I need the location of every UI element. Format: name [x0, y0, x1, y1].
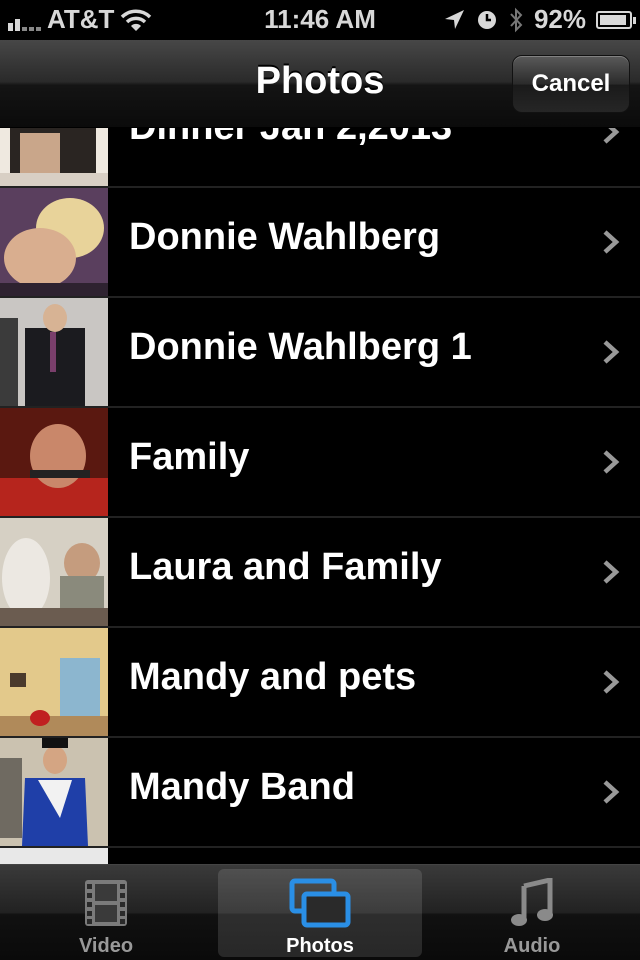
- album-thumbnail: [0, 628, 108, 736]
- album-row[interactable]: [0, 848, 640, 864]
- cancel-button[interactable]: Cancel: [512, 55, 630, 113]
- photos-icon: [289, 878, 351, 928]
- album-title: Laura and Family: [129, 546, 442, 588]
- status-right: 92%: [442, 4, 636, 35]
- album-row[interactable]: Donnie Wahlberg: [0, 188, 640, 298]
- tab-bar: Video Photos Audio: [0, 864, 640, 960]
- album-thumbnail: [0, 128, 108, 186]
- tab-label: Audio: [503, 935, 561, 957]
- album-row[interactable]: Family: [0, 408, 640, 518]
- tab-audio[interactable]: Audio: [432, 869, 632, 957]
- status-bar: AT&T 11:46 AM 92%: [0, 0, 640, 40]
- chevron-right-icon: [603, 230, 620, 254]
- album-title: Dinner Jan 2,2013: [129, 128, 452, 149]
- album-thumbnail: [0, 298, 108, 406]
- film-icon: [85, 880, 127, 926]
- album-row[interactable]: Laura and Family: [0, 518, 640, 628]
- battery-level: [600, 14, 626, 25]
- album-row[interactable]: Mandy Band: [0, 738, 640, 848]
- tab-label: Photos: [286, 935, 354, 957]
- tab-label: Video: [78, 935, 134, 957]
- tab-video[interactable]: Video: [6, 869, 206, 957]
- album-title: Mandy and pets: [129, 656, 417, 698]
- bluetooth-icon: [510, 7, 523, 32]
- album-thumbnail: [0, 408, 108, 516]
- album-thumbnail: [0, 518, 108, 626]
- music-note-icon: [511, 878, 553, 926]
- chevron-right-icon: [603, 780, 620, 804]
- battery-icon: [596, 10, 636, 29]
- chevron-right-icon: [603, 450, 620, 474]
- album-title: Mandy Band: [129, 766, 355, 808]
- album-thumbnail: [0, 738, 108, 846]
- album-title: Donnie Wahlberg: [129, 216, 441, 258]
- album-row[interactable]: Mandy and pets: [0, 628, 640, 738]
- album-row[interactable]: Dinner Jan 2,2013: [0, 128, 640, 188]
- album-thumbnail: [0, 188, 108, 296]
- alarm-clock-icon: [477, 10, 496, 29]
- chevron-right-icon: [603, 340, 620, 364]
- navigation-bar: Photos Cancel: [0, 40, 640, 128]
- album-thumbnail: [0, 848, 108, 864]
- location-arrow-icon: [444, 9, 464, 29]
- tab-photos[interactable]: Photos: [218, 869, 422, 957]
- chevron-right-icon: [603, 670, 620, 694]
- album-title: Donnie Wahlberg 1: [129, 326, 472, 368]
- chevron-right-icon: [603, 128, 620, 144]
- chevron-right-icon: [603, 560, 620, 584]
- album-list[interactable]: Dinner Jan 2,2013 Donnie Wahlberg Donni: [0, 128, 640, 864]
- album-row[interactable]: Donnie Wahlberg 1: [0, 298, 640, 408]
- album-title: Family: [129, 436, 250, 478]
- battery-percent: 92%: [533, 4, 586, 34]
